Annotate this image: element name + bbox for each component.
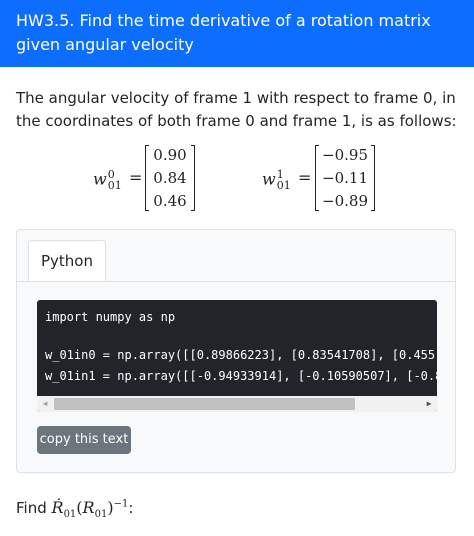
w1-symbol: w — [262, 169, 276, 189]
w1-equals: = — [298, 168, 312, 187]
scroll-right-icon[interactable]: ▶ — [421, 396, 437, 412]
w0-indices: 0 01 — [108, 169, 122, 191]
w1-vector: −0.95 −0.11 −0.89 — [315, 143, 375, 213]
w0-value-3: 0.46 — [153, 192, 187, 210]
w1-value-3: −0.89 — [322, 192, 368, 210]
page-title: HW3.5. Find the time derivative of a rot… — [16, 11, 431, 54]
find-suffix: : — [128, 499, 134, 517]
w0-value-1: 0.90 — [153, 146, 187, 164]
w0-vector: 0.90 0.84 0.46 — [145, 143, 195, 213]
find-prompt: Find Ṙ01(R01)−1: — [16, 498, 133, 520]
w1-label: w 1 01 — [262, 169, 291, 191]
w1-sub: 01 — [276, 179, 291, 192]
intro-text: The angular velocity of frame 1 with res… — [16, 89, 457, 130]
find-prefix: Find — [16, 499, 52, 517]
code-line-2: w_01in0 = np.array([[0.89866223], [0.835… — [45, 348, 436, 362]
code-line-3: w_01in1 = np.array([[-0.94933914], [-0.1… — [45, 369, 437, 383]
right-bracket — [191, 145, 195, 211]
w1-value-2: −0.11 — [322, 169, 368, 187]
w0-sub: 01 — [107, 179, 122, 192]
tab-divider — [17, 281, 455, 282]
scroll-left-icon[interactable]: ◀ — [37, 396, 53, 412]
horizontal-scrollbar[interactable]: ◀ ▶ — [37, 396, 437, 412]
r-matrix: R — [82, 498, 95, 517]
code-block[interactable]: import numpy as np w_01in0 = np.array([[… — [37, 300, 437, 412]
code-line-1: import numpy as np — [45, 310, 176, 324]
w1-indices: 1 01 — [277, 169, 291, 191]
w0-equals: = — [129, 168, 143, 187]
w0-symbol: w — [93, 169, 107, 189]
w0-value-2: 0.84 — [153, 169, 187, 187]
w0-label: w 0 01 — [93, 169, 122, 191]
r-dot: Ṙ — [51, 498, 64, 517]
copy-button[interactable]: copy this text — [37, 426, 131, 454]
r-dot-sub: 01 — [63, 509, 77, 521]
angular-velocity-equations: w 0 01 = 0.90 0.84 0.46 w 1 01 = −0.95 −0.11… — [0, 143, 474, 215]
tab-python[interactable]: Python — [28, 240, 106, 281]
find-expression: Ṙ01(R01)−1 — [51, 498, 129, 521]
page-header: HW3.5. Find the time derivative of a rot… — [0, 0, 474, 67]
w1-value-1: −0.95 — [322, 146, 368, 164]
r-matrix-sub: 01 — [94, 509, 108, 521]
right-bracket — [371, 145, 375, 211]
code-panel: Python import numpy as np w_01in0 = np.a… — [16, 229, 456, 473]
inverse-sup: −1 — [113, 498, 129, 510]
scrollbar-thumb[interactable] — [54, 398, 355, 410]
